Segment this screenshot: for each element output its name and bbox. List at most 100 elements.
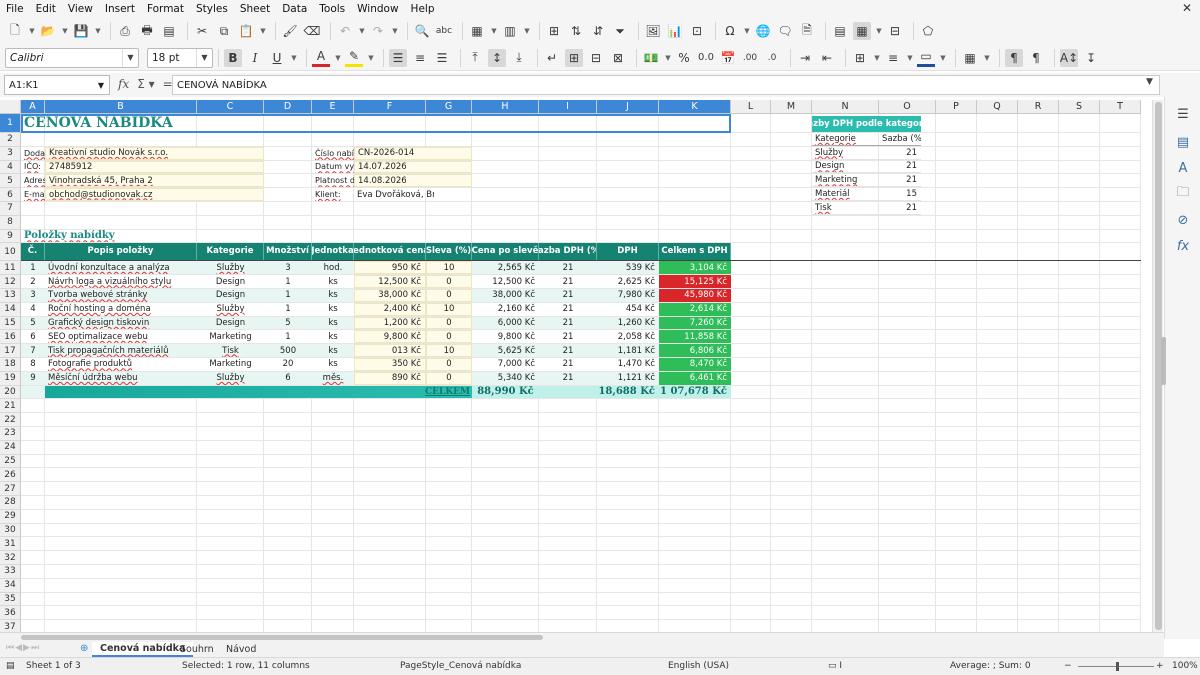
- table-cell[interactable]: 5: [264, 316, 312, 330]
- tab-navigation-icon[interactable]: ⏮◀▶⏭: [6, 643, 40, 653]
- hyperlink-icon[interactable]: 🌐: [754, 22, 772, 40]
- horizontal-scrollbar[interactable]: [21, 634, 1152, 640]
- row-header[interactable]: 16: [0, 330, 21, 345]
- vertical-text-icon[interactable]: A↕: [1060, 48, 1078, 67]
- chevron-down-icon[interactable]: ▼: [28, 22, 36, 40]
- menu-item[interactable]: Insert: [105, 3, 135, 15]
- supplier-label[interactable]: Adresa:: [21, 174, 45, 187]
- properties-icon[interactable]: ▤: [1174, 133, 1192, 151]
- chevron-down-icon[interactable]: ▼: [196, 48, 212, 67]
- vat-table-header[interactable]: Kategorie: [812, 133, 879, 146]
- vat-category[interactable]: Materiál: [812, 188, 879, 201]
- menu-item[interactable]: Help: [411, 3, 435, 15]
- vat-category[interactable]: Design: [812, 161, 879, 174]
- table-cell[interactable]: 38,000 Kč: [354, 289, 426, 302]
- chevron-down-icon[interactable]: ▼: [939, 49, 947, 67]
- table-cell[interactable]: 10: [426, 302, 472, 316]
- undo-icon[interactable]: ↶: [336, 22, 354, 40]
- column-header[interactable]: G: [426, 100, 472, 114]
- table-cell[interactable]: 2,625 Kč: [597, 275, 659, 288]
- table-cell[interactable]: hod.: [312, 261, 354, 275]
- column-icon[interactable]: ▥: [501, 22, 519, 40]
- insert-image-icon[interactable]: 🖼: [644, 22, 662, 40]
- delete-decimal-icon[interactable]: .0: [763, 49, 781, 67]
- gallery-icon[interactable]: 🗀: [1174, 185, 1192, 203]
- name-box[interactable]: A1:K1 ▼: [4, 75, 110, 95]
- find-replace-icon[interactable]: 🔍: [413, 22, 431, 40]
- offer-label[interactable]: Klient:: [312, 188, 354, 201]
- export-pdf-icon[interactable]: ⎙: [116, 22, 134, 40]
- row-header[interactable]: 35: [0, 592, 21, 607]
- borders-icon[interactable]: ⊞: [851, 49, 869, 67]
- table-cell[interactable]: 45,980 Kč: [659, 289, 731, 302]
- tab-souhrn[interactable]: Souhrn: [172, 642, 222, 657]
- sum-icon[interactable]: Σ ▾: [137, 77, 154, 91]
- table-cell[interactable]: 2,565 Kč: [472, 261, 539, 275]
- chevron-down-icon[interactable]: ▼: [94, 22, 102, 40]
- chevron-down-icon[interactable]: ▼: [523, 22, 531, 40]
- highlight-color-icon[interactable]: ✎: [345, 49, 363, 67]
- table-cell[interactable]: ks: [312, 316, 354, 330]
- autofilter-header-icon[interactable]: ⊞: [545, 22, 563, 40]
- row-header[interactable]: 31: [0, 537, 21, 552]
- table-cell[interactable]: 15,125 Kč: [659, 275, 731, 288]
- vat-rate[interactable]: 21: [879, 174, 921, 188]
- total-label[interactable]: CELKEM: [45, 385, 472, 399]
- column-header[interactable]: F: [354, 100, 426, 114]
- table-cell[interactable]: 10: [426, 261, 472, 275]
- table-cell[interactable]: 1,470 Kč: [597, 358, 659, 371]
- table-cell[interactable]: 5: [21, 316, 45, 330]
- table-cell[interactable]: 0: [426, 316, 472, 330]
- row-header[interactable]: 1: [0, 114, 21, 133]
- expand-formula-icon[interactable]: ▼: [1146, 77, 1153, 87]
- vat-rate[interactable]: 21: [879, 161, 921, 174]
- underline-icon[interactable]: U: [268, 49, 286, 67]
- table-header[interactable]: Celkem s DPH: [659, 243, 731, 261]
- status-sum[interactable]: Average: ; Sum: 0: [950, 661, 1031, 671]
- menu-item[interactable]: File: [6, 3, 24, 15]
- table-cell[interactable]: Marketing: [197, 358, 264, 371]
- chevron-down-icon[interactable]: ▼: [259, 22, 267, 40]
- date-format-icon[interactable]: 📅: [719, 49, 737, 67]
- menu-item[interactable]: Tools: [319, 3, 345, 15]
- table-cell[interactable]: Tisk: [197, 344, 264, 357]
- row-header[interactable]: 9: [0, 229, 21, 244]
- table-cell[interactable]: měs.: [312, 371, 354, 385]
- column-header[interactable]: M: [771, 100, 812, 114]
- offer-value[interactable]: CN-2026-014: [354, 146, 472, 160]
- new-document-icon[interactable]: 🗋: [6, 22, 24, 40]
- table-cell[interactable]: 9,800 Kč: [472, 330, 539, 344]
- table-cell[interactable]: 9,800 Kč: [354, 330, 426, 344]
- table-cell[interactable]: 7,260 Kč: [659, 316, 731, 330]
- column-header[interactable]: S: [1059, 100, 1100, 114]
- merge-center-icon[interactable]: ⊞: [565, 48, 583, 67]
- row-header[interactable]: 10: [0, 243, 21, 262]
- increase-indent-icon[interactable]: ⇥: [796, 49, 814, 67]
- column-header[interactable]: P: [936, 100, 977, 114]
- vat-category[interactable]: Marketing: [812, 174, 879, 188]
- chevron-down-icon[interactable]: ▼: [61, 22, 69, 40]
- table-cell[interactable]: 6,461 Kč: [659, 371, 731, 385]
- column-header[interactable]: E: [312, 100, 354, 114]
- table-header[interactable]: Sazba DPH (%): [539, 243, 597, 261]
- table-cell[interactable]: 6,000 Kč: [472, 316, 539, 330]
- table-cell[interactable]: 38,000 Kč: [472, 289, 539, 302]
- table-cell[interactable]: Roční hosting a doména: [45, 302, 197, 316]
- vat-rate[interactable]: 21: [879, 202, 921, 215]
- row-header[interactable]: 28: [0, 496, 21, 510]
- row-header[interactable]: 24: [0, 440, 21, 455]
- table-cell[interactable]: Návrh loga a vizuálního stylu: [45, 275, 197, 288]
- offer-value[interactable]: 14.08.2026: [354, 174, 472, 188]
- menu-item[interactable]: Sheet: [240, 3, 270, 15]
- row-header[interactable]: 18: [0, 358, 21, 372]
- align-right-icon[interactable]: ☰: [433, 49, 451, 67]
- column-header[interactable]: N: [812, 100, 879, 114]
- table-cell[interactable]: ks: [312, 344, 354, 357]
- table-cell[interactable]: 3: [264, 261, 312, 275]
- zoom-out-icon[interactable]: −: [1064, 661, 1072, 671]
- table-cell[interactable]: Grafický design tiskovin: [45, 316, 197, 330]
- select-all-corner[interactable]: [0, 100, 21, 114]
- table-header[interactable]: Jednotková cena: [354, 243, 426, 261]
- table-cell[interactable]: 890 Kč: [354, 371, 426, 385]
- autofilter-icon[interactable]: ⏷: [611, 22, 629, 40]
